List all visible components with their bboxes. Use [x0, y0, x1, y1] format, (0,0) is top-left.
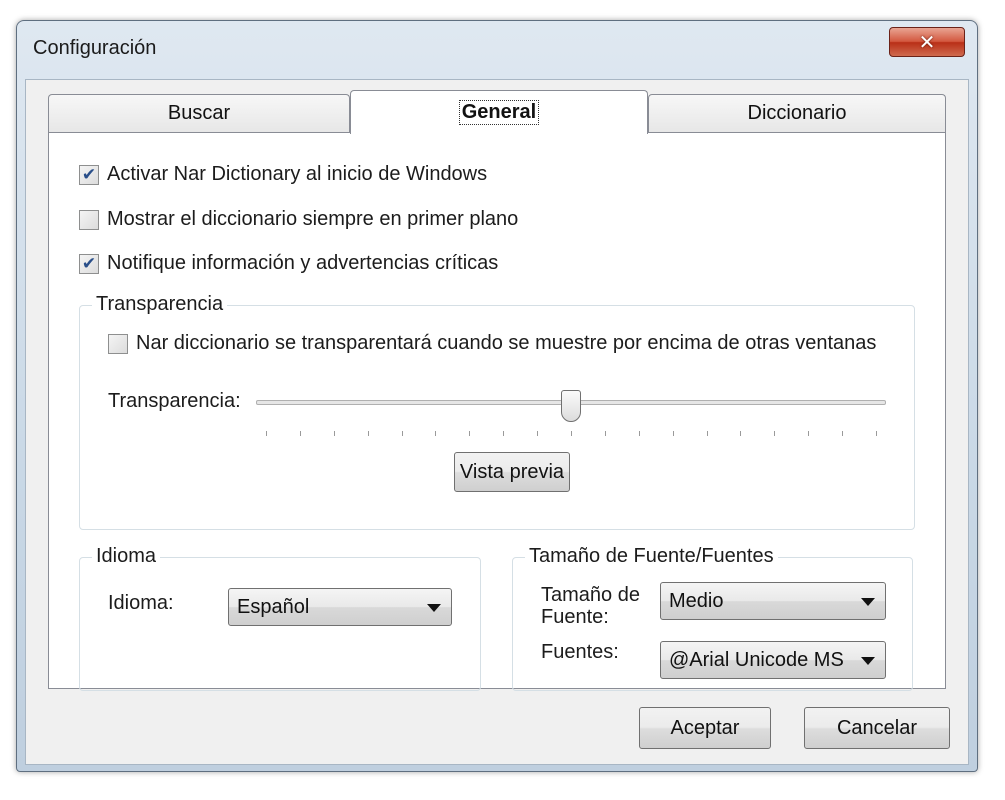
slider-tick	[808, 431, 809, 436]
settings-window: Configuración ✕ Buscar General Diccionar…	[16, 20, 978, 772]
notify-warnings-checkbox[interactable]: ✔	[79, 253, 99, 274]
ok-button[interactable]: Aceptar	[639, 707, 771, 749]
preview-button[interactable]: Vista previa	[454, 452, 570, 492]
font-size-label: Tamaño de Fuente:	[541, 584, 640, 628]
language-select-value: Español	[237, 595, 310, 618]
transparent-over-windows-checkbox[interactable]	[108, 333, 128, 354]
slider-tick	[639, 431, 640, 436]
transparency-group-label: Transparencia	[92, 293, 228, 316]
chevron-down-icon	[861, 657, 875, 665]
font-size-label-line2: Fuente:	[541, 606, 609, 628]
font-group-label: Tamaño de Fuente/Fuentes	[525, 545, 778, 568]
tab-diccionario[interactable]: Diccionario	[648, 94, 946, 132]
slider-thumb[interactable]	[561, 390, 581, 422]
font-group: Tamaño de Fuente/Fuentes Tamaño de Fuent…	[512, 545, 913, 691]
dialog-client-area: Buscar General Diccionario ✔ Activar Nar…	[25, 79, 969, 765]
language-label: Idioma:	[108, 592, 174, 614]
slider-tick	[876, 431, 877, 436]
language-group: Idioma Idioma: Español	[79, 545, 481, 691]
always-on-top-checkbox[interactable]	[79, 209, 99, 230]
chevron-down-icon	[427, 604, 441, 612]
fonts-select-value: @Arial Unicode MS	[669, 648, 844, 671]
notify-warnings-label: Notifique información y advertencias crí…	[107, 252, 499, 274]
slider-tick	[503, 431, 504, 436]
font-size-select[interactable]: Medio	[660, 582, 886, 620]
slider-tick	[266, 431, 267, 436]
slider-tick	[368, 431, 369, 436]
tab-buscar[interactable]: Buscar	[48, 94, 350, 132]
slider-ticks	[256, 431, 886, 437]
tab-general[interactable]: General	[350, 90, 648, 134]
chevron-down-icon	[861, 598, 875, 606]
slider-tick	[774, 431, 775, 436]
title-bar[interactable]: Configuración ✕	[17, 21, 977, 79]
slider-tick	[707, 431, 708, 436]
transparent-over-windows-option[interactable]: Nar diccionario se transparentará cuando…	[108, 332, 876, 355]
always-on-top-label: Mostrar el diccionario siempre en primer…	[107, 208, 519, 230]
slider-tick	[402, 431, 403, 436]
notify-warnings-option[interactable]: ✔ Notifique información y advertencias c…	[79, 252, 498, 275]
close-button[interactable]: ✕	[889, 27, 965, 57]
slider-tick	[300, 431, 301, 436]
slider-tick	[673, 431, 674, 436]
slider-tick	[435, 431, 436, 436]
slider-tick	[334, 431, 335, 436]
slider-tick	[469, 431, 470, 436]
language-group-label: Idioma	[92, 545, 161, 568]
slider-tick	[842, 431, 843, 436]
fonts-label: Fuentes:	[541, 641, 619, 663]
slider-tick	[740, 431, 741, 436]
font-size-select-value: Medio	[669, 589, 724, 612]
transparency-slider[interactable]	[256, 376, 886, 446]
start-with-windows-option[interactable]: ✔ Activar Nar Dictionary al inicio de Wi…	[79, 163, 487, 186]
tab-label: Diccionario	[747, 102, 847, 124]
transparency-group: Transparencia Nar diccionario se transpa…	[79, 293, 915, 530]
transparency-slider-label: Transparencia:	[108, 390, 241, 412]
slider-tick	[571, 431, 572, 436]
always-on-top-option[interactable]: Mostrar el diccionario siempre en primer…	[79, 208, 518, 231]
cancel-button-label: Cancelar	[836, 716, 918, 739]
start-with-windows-checkbox[interactable]: ✔	[79, 164, 99, 185]
slider-tick	[605, 431, 606, 436]
close-icon: ✕	[918, 31, 936, 54]
transparent-over-windows-label: Nar diccionario se transparentará cuando…	[136, 332, 877, 354]
fonts-select[interactable]: @Arial Unicode MS	[660, 641, 886, 679]
cancel-button[interactable]: Cancelar	[804, 707, 950, 749]
start-with-windows-label: Activar Nar Dictionary al inicio de Wind…	[107, 163, 488, 185]
tab-label: General	[458, 100, 540, 125]
tab-label: Buscar	[167, 102, 231, 124]
preview-button-label: Vista previa	[459, 460, 565, 483]
window-title: Configuración	[33, 37, 157, 59]
general-tab-panel: ✔ Activar Nar Dictionary al inicio de Wi…	[48, 132, 946, 691]
language-select[interactable]: Español	[228, 588, 452, 626]
font-size-label-line1: Tamaño de	[541, 584, 640, 606]
slider-tick	[537, 431, 538, 436]
ok-button-label: Aceptar	[670, 716, 740, 739]
